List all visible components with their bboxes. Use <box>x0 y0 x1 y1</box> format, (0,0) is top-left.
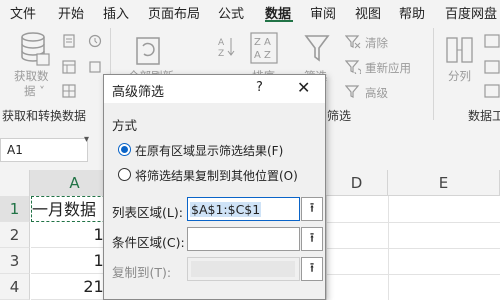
advanced-filter-icon[interactable] <box>345 85 361 99</box>
list-range-collapse-button[interactable]: ⭱ <box>301 197 323 221</box>
row-header-2[interactable]: 2 <box>0 222 30 248</box>
list-range-value: $A$1:$C$1 <box>190 202 262 217</box>
remove-duplicates-icon[interactable] <box>484 60 500 74</box>
from-text-icon[interactable] <box>62 34 76 48</box>
svg-text:A: A <box>218 38 225 48</box>
column-header-d[interactable]: D <box>326 170 388 196</box>
dialog-title: 高级筛选 <box>112 85 165 100</box>
recent-sources-icon[interactable] <box>88 34 102 48</box>
radio-unselected-icon[interactable] <box>118 168 131 181</box>
list-range-label: 列表区域(L): <box>112 205 183 220</box>
arrow-up-icon: ⭱ <box>309 201 315 216</box>
row-header-3[interactable]: 3 <box>0 248 30 274</box>
filter-funnel-icon[interactable] <box>304 34 330 64</box>
refresh-icon[interactable] <box>135 32 165 66</box>
menu-page-layout[interactable]: 页面布局 <box>148 3 200 22</box>
chevron-down-icon[interactable]: ▾ <box>84 134 89 145</box>
clear-filter-icon[interactable] <box>345 35 361 49</box>
advanced-filter-dialog: 高级筛选 ? ✕ 方式 在原有区域显示筛选结果(F) 将筛选结果复制到其他位置(… <box>103 74 326 300</box>
criteria-range-label: 条件区域(C): <box>112 235 185 250</box>
copy-to-label: 复制到(T): <box>112 265 172 280</box>
data-validation-icon[interactable] <box>484 84 500 98</box>
menu-baidu-netdisk[interactable]: 百度网盘 <box>445 3 497 22</box>
row-header-1[interactable]: 1 <box>0 196 30 222</box>
column-header-e[interactable]: E <box>388 170 500 196</box>
get-data-label[interactable]: 获取数 <box>14 68 49 84</box>
advanced-label[interactable]: 高级 <box>365 85 388 101</box>
copy-to-inner <box>191 261 295 277</box>
list-range-input[interactable]: $A$1:$C$1 <box>187 197 300 221</box>
clear-label[interactable]: 清除 <box>365 35 388 51</box>
group-get-transform-label: 获取和转换数据 <box>2 109 87 123</box>
menu-bar: 文件 开始 插入 页面布局 公式 数据 审阅 视图 帮助 百度网盘 <box>0 0 500 22</box>
menu-review[interactable]: 审阅 <box>310 3 336 22</box>
radio-copy-to-location-label: 将筛选结果复制到其他位置(O) <box>135 169 298 183</box>
menu-formulas[interactable]: 公式 <box>218 3 244 22</box>
criteria-range-collapse-button[interactable]: ⭱ <box>301 227 323 251</box>
arrow-up-icon: ⭱ <box>309 231 315 246</box>
svg-text:A Z: A Z <box>254 50 271 61</box>
close-icon[interactable]: ✕ <box>297 78 310 97</box>
gridline <box>326 222 500 223</box>
radio-filter-in-place-label: 在原有区域显示筛选结果(F) <box>135 144 284 158</box>
menu-view[interactable]: 视图 <box>355 3 381 22</box>
gridline <box>326 274 500 275</box>
row-header-4[interactable]: 4 <box>0 274 30 300</box>
menu-help[interactable]: 帮助 <box>399 3 425 22</box>
name-box[interactable]: A1 <box>0 138 88 162</box>
menu-insert[interactable]: 插入 <box>103 3 129 22</box>
existing-connections-icon[interactable] <box>88 60 102 74</box>
get-data-label-2[interactable]: 据 ˅ <box>24 83 45 99</box>
copy-to-collapse-button: ⭱ <box>301 257 323 281</box>
copy-to-input <box>187 257 300 281</box>
menu-file[interactable]: 文件 <box>10 3 36 22</box>
reapply-icon[interactable] <box>345 60 361 74</box>
from-table-icon[interactable] <box>62 84 76 98</box>
group-sort-filter-label: 筛选 <box>327 109 352 123</box>
database-icon[interactable] <box>20 32 50 66</box>
dialog-titlebar[interactable]: 高级筛选 ? ✕ <box>104 75 325 103</box>
criteria-range-input[interactable] <box>187 227 300 251</box>
gridline <box>326 248 500 249</box>
name-box-value: A1 <box>7 143 23 157</box>
text-to-columns-icon[interactable] <box>446 36 474 64</box>
method-group-label: 方式 <box>112 118 138 133</box>
ribbon-separator-2 <box>433 28 434 120</box>
split-label[interactable]: 分列 <box>448 68 471 84</box>
select-all-corner[interactable] <box>0 170 30 196</box>
group-data-tools-label: 数据工 <box>468 109 500 123</box>
svg-text:Z: Z <box>218 49 224 58</box>
arrow-up-icon: ⭱ <box>309 261 315 276</box>
flash-fill-icon[interactable] <box>484 34 500 48</box>
radio-selected-icon[interactable] <box>118 143 131 156</box>
reapply-label[interactable]: 重新应用 <box>365 60 411 76</box>
sort-az-icon[interactable]: A Z <box>218 36 238 58</box>
sort-dialog-icon[interactable]: Z A A Z <box>250 32 278 66</box>
svg-text:Z A: Z A <box>254 37 271 48</box>
help-icon[interactable]: ? <box>256 80 263 95</box>
menu-home[interactable]: 开始 <box>58 3 84 22</box>
from-web-icon[interactable] <box>62 60 76 74</box>
